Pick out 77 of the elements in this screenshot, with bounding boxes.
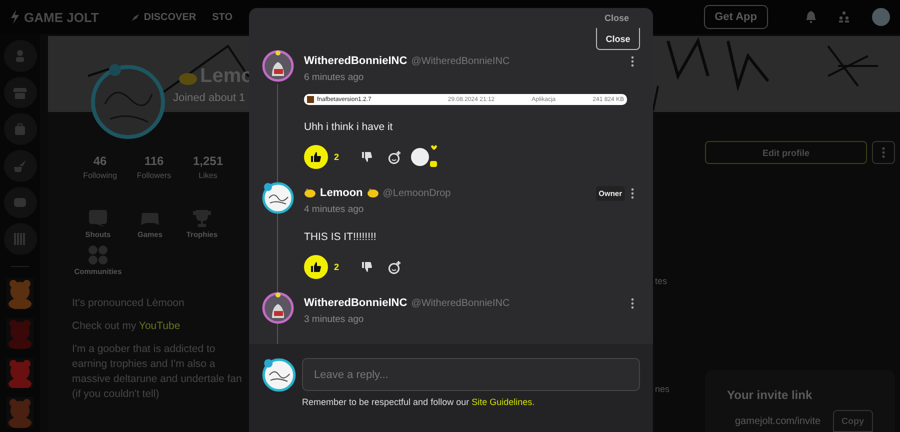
joined-date: Joined about 1 [173,92,246,104]
reply-field[interactable]: Leave a reply... [302,358,640,391]
close-label: Close [604,13,629,23]
kebab-icon [882,147,885,158]
thumbs-down-icon[interactable] [362,152,372,162]
sidebar-button[interactable] [4,150,36,182]
comment-time: 3 minutes ago [304,314,365,325]
sidebar-button[interactable] [4,186,36,218]
more-button[interactable] [872,141,895,164]
avatar [262,358,296,392]
like-button[interactable] [304,255,328,279]
lightning-icon [10,10,20,24]
bell-icon[interactable] [806,11,816,23]
like-button[interactable] [304,145,328,169]
trophy-icon [192,208,212,228]
get-app-button[interactable]: Get App [704,5,768,29]
guidelines-link[interactable]: Site Guidelines. [472,397,535,407]
stat-value: 46 [93,154,107,168]
bio-text: Check out my YouTube [72,319,182,334]
sidebar-button[interactable] [4,40,36,72]
stat-label: Following [83,171,117,180]
speech-bubble-icon [88,208,108,228]
friends-icon[interactable] [838,11,850,23]
chat-icon [13,196,27,210]
author-name[interactable]: WitheredBonnieINC [304,55,408,67]
author-name[interactable]: WitheredBonnieINC [304,297,408,309]
comment-time: 4 minutes ago [304,204,365,215]
guidelines-notice: Remember to be respectful and follow our Site Guidelines. [302,397,536,407]
invite-url: gamejolt.com/invite [735,416,821,426]
user-avatar[interactable] [872,8,890,26]
compass-icon [130,12,140,22]
close-button[interactable]: Close [596,28,640,50]
nav-link[interactable]: DISCOVER [130,12,196,22]
add-reaction-icon[interactable] [388,150,401,164]
comment-text: THIS IS IT!!!!!!!! [304,231,378,243]
lemon-icon [366,188,379,198]
author-handle: @WitheredBonnieINC [411,298,510,308]
nav-link[interactable]: STO [212,12,232,22]
partial-text: tes [655,276,668,286]
reaction-avatar[interactable] [410,145,438,169]
comment-text: Uhh i think i have it [304,121,394,133]
avatar [262,50,294,82]
quill-icon [13,158,27,173]
edit-profile-button[interactable]: Edit profile [705,141,867,164]
thumbs-up-icon [311,152,321,162]
invite-title: Your invite link [727,388,812,402]
backpack-icon [13,122,27,136]
kebab-icon[interactable] [631,298,634,308]
bio-text: It's pronounced Lèmoon [72,296,186,311]
thumbs-down-icon[interactable] [362,262,372,272]
library-icon [13,232,27,246]
comment-time: 6 minutes ago [304,72,365,83]
partial-text: nes [655,384,670,394]
like-count: 2 [334,262,340,272]
thumbs-up-icon [311,262,321,272]
author-handle: @LemoonDrop [382,188,451,198]
sidebar-button[interactable] [4,223,36,256]
file-icon [307,96,314,103]
lemon-icon [178,70,198,86]
stat-value: 1,251 [192,154,224,168]
shop-icon [13,86,27,100]
stat-label: Followers [136,171,172,180]
like-count: 2 [334,152,340,162]
grid-icon [88,245,108,265]
user-icon [13,48,27,63]
sidebar-button[interactable] [4,113,36,146]
author-name[interactable]: Lemoon [320,187,363,199]
sidebar-button[interactable] [4,76,36,108]
bio-text: I'm a goober that is addicted to earning trophies and I'm also a massive deltarune and undertale fan (if you couldn't tell) [72,342,243,402]
logo[interactable]: GAME JOLT [24,10,99,24]
youtube-link[interactable]: YouTube [138,320,180,332]
stat-value: 116 [144,154,164,168]
kebab-icon[interactable] [631,188,634,198]
add-reaction-icon[interactable] [388,260,401,274]
author-handle: @WitheredBonnieINC [411,56,510,66]
kebab-icon[interactable] [631,56,634,66]
stat-label: Likes [198,171,218,180]
